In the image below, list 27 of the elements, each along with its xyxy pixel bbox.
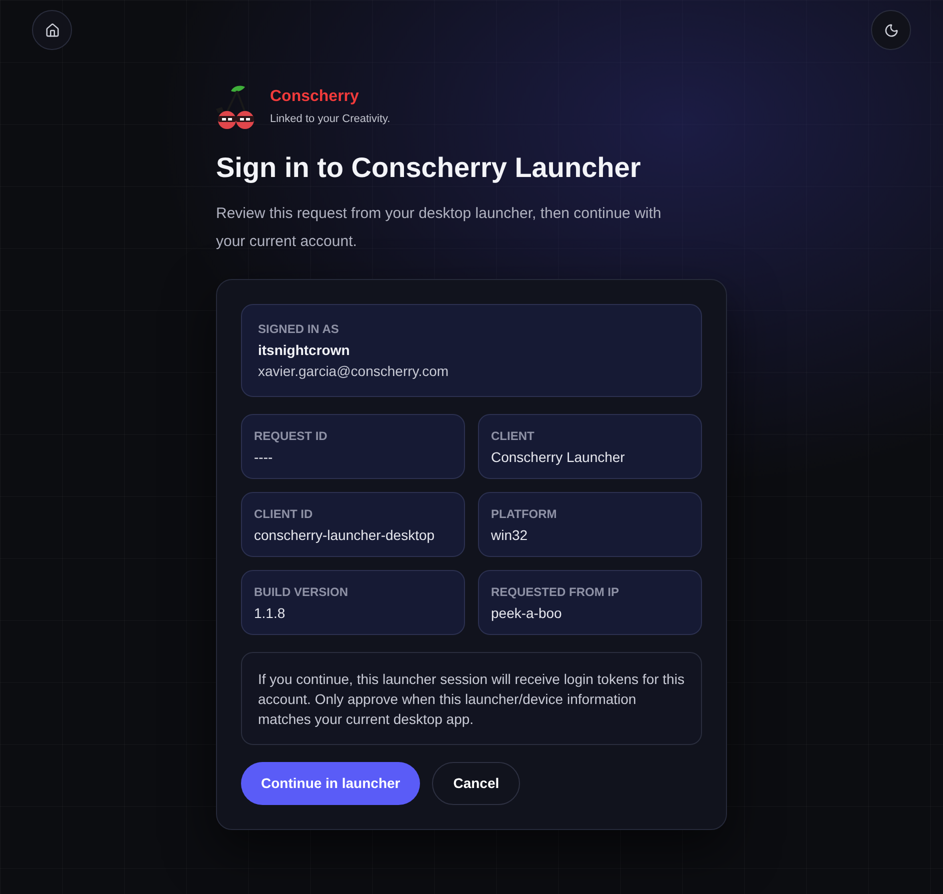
account-username: itsnightcrown	[258, 341, 351, 360]
brand-name: Conscherry	[270, 87, 360, 107]
cherry-mascot-icon	[216, 85, 256, 129]
field-value: 1.1.8	[254, 604, 286, 623]
account-email: xavier.garcia@conscherry.com	[258, 362, 450, 381]
field-value: win32	[491, 526, 529, 545]
field-label: PLATFORM	[491, 506, 558, 522]
page-title: Sign in to Conscherry Launcher	[216, 151, 642, 185]
continue-button[interactable]: Continue in launcher	[241, 762, 420, 805]
field-value: peek-a-boo	[491, 604, 563, 623]
page-description: Review this request from your desktop launcher, then continue with your current account.	[216, 204, 662, 252]
home-button[interactable]	[32, 10, 72, 50]
field-value: conscherry-launcher-desktop	[254, 526, 436, 545]
notice-text: If you continue, this launcher session will receive login tokens for this account. Only approve when this launcher/device information matches your current desktop app.	[258, 670, 686, 729]
field-label: REQUESTED FROM IP	[491, 584, 620, 600]
field-label: SIGNED IN AS	[258, 321, 340, 337]
home-icon	[44, 22, 60, 38]
brand-tagline: Linked to your Creativity.	[270, 112, 390, 127]
field-label: BUILD VERSION	[254, 584, 350, 600]
field-label: CLIENT	[491, 428, 536, 444]
theme-toggle-button[interactable]	[871, 10, 911, 50]
field-value: Conscherry Launcher	[491, 448, 626, 467]
cancel-button[interactable]: Cancel	[432, 762, 520, 805]
field-label: CLIENT ID	[254, 506, 314, 522]
moon-icon	[884, 22, 898, 38]
field-value: ----	[254, 448, 274, 467]
field-label: REQUEST ID	[254, 428, 328, 444]
